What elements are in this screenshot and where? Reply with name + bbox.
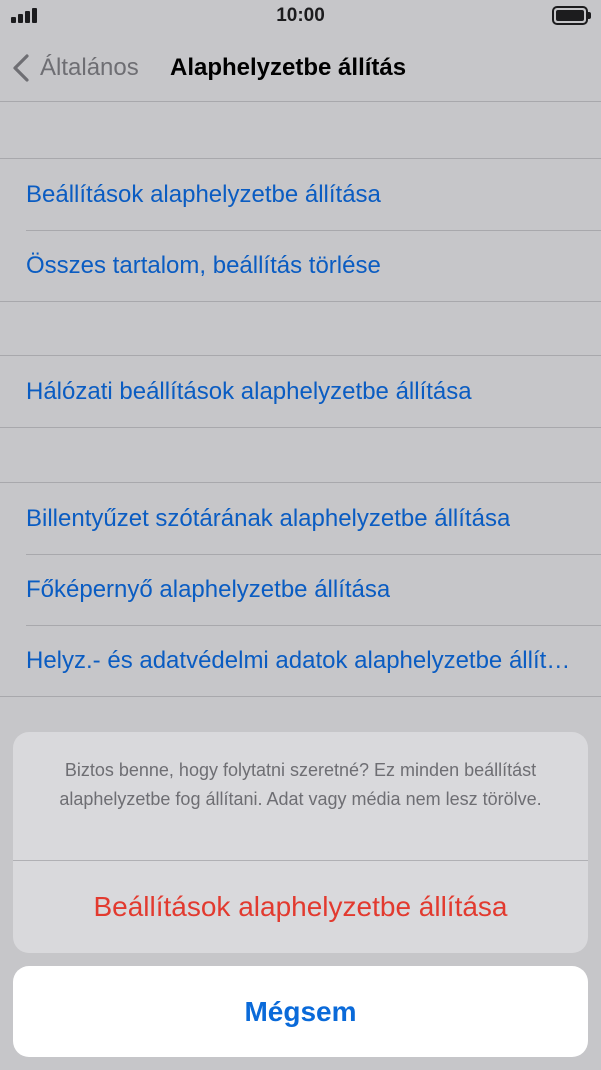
settings-group-other: Billentyűzet szótárának alaphelyzetbe ál… [0,482,601,697]
battery-full-icon [552,6,591,25]
confirm-reset-button[interactable]: Beállítások alaphelyzetbe állítása [13,861,588,953]
status-time: 10:00 [276,5,325,26]
action-sheet-message: Biztos benne, hogy folytatni szeretné? E… [13,732,588,861]
navigation-bar: Általános Alaphelyzetbe állítás [0,34,601,102]
back-button-label: Általános [40,54,139,81]
status-bar: 10:00 [0,0,601,34]
erase-all-content-label: Összes tartalom, beállítás törlése [26,251,381,279]
action-sheet: Biztos benne, hogy folytatni szeretné? E… [13,732,588,953]
chevron-left-icon [13,54,29,82]
settings-group-reset: Beállítások alaphelyzetbe állítása Össze… [0,158,601,302]
settings-group-network: Hálózati beállítások alaphelyzetbe állít… [0,355,601,428]
reset-settings-label: Beállítások alaphelyzetbe állítása [26,180,381,208]
erase-all-content-row[interactable]: Összes tartalom, beállítás törlése [0,230,601,301]
back-button[interactable]: Általános [12,48,139,88]
reset-home-screen-label: Főképernyő alaphelyzetbe állítása [26,575,391,603]
reset-keyboard-dictionary-label: Billentyűzet szótárának alaphelyzetbe ál… [26,504,511,532]
cancel-button[interactable]: Mégsem [13,966,588,1057]
reset-location-privacy-row[interactable]: Helyz.- és adatvédelmi adatok alaphelyze… [0,625,601,696]
page-title: Alaphelyzetbe állítás [170,54,407,81]
reset-home-screen-row[interactable]: Főképernyő alaphelyzetbe állítása [0,554,601,625]
reset-network-settings-label: Hálózati beállítások alaphelyzetbe állít… [26,377,472,405]
reset-network-settings-row[interactable]: Hálózati beállítások alaphelyzetbe állít… [0,356,601,427]
reset-location-privacy-label: Helyz.- és adatvédelmi adatok alaphelyze… [26,646,581,674]
reset-keyboard-dictionary-row[interactable]: Billentyűzet szótárának alaphelyzetbe ál… [0,483,601,554]
reset-settings-row[interactable]: Beállítások alaphelyzetbe állítása [0,159,601,230]
